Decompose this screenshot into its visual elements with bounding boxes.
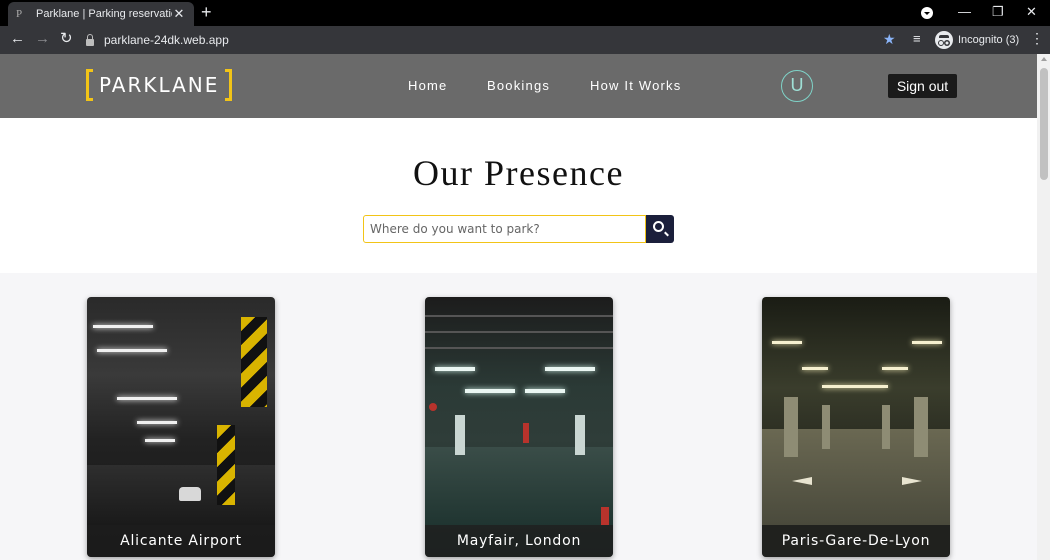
ceiling-light (465, 389, 515, 393)
location-name: Mayfair, London (425, 525, 613, 557)
reload-icon[interactable]: ↻ (60, 31, 73, 47)
tab-close-icon[interactable]: ✕ (172, 6, 186, 22)
browser-menu-icon[interactable]: ⋮ (1030, 30, 1044, 47)
column (822, 405, 830, 449)
logo-bracket-right (225, 69, 233, 101)
ceiling-light (822, 385, 888, 388)
search-bar: Where do you want to park? (363, 215, 674, 243)
red-marker (523, 423, 529, 443)
logo-text: PARKLANE (99, 73, 220, 97)
locations-grid: Alicante Airport Mayfair, London Paris-G… (0, 297, 1037, 560)
ceiling-light (97, 349, 167, 352)
column (914, 397, 928, 457)
lock-icon (86, 33, 94, 46)
column (882, 405, 890, 449)
incognito-indicator[interactable]: Incognito (3) (935, 31, 1019, 49)
ceiling-light (93, 325, 153, 328)
hazard-stripe (217, 425, 235, 505)
profile-menu-icon[interactable] (921, 7, 933, 19)
ceiling-light (912, 341, 942, 344)
hero-section: Our Presence Where do you want to park? (0, 118, 1037, 273)
tab-title: Parklane | Parking reservations (36, 8, 172, 20)
ceiling-light (117, 397, 177, 400)
floor-arrow (902, 477, 922, 485)
ceiling-light (772, 341, 802, 344)
pillar (455, 415, 465, 455)
column (784, 397, 798, 457)
back-icon[interactable]: ← (10, 31, 25, 47)
parklane-logo[interactable]: PARKLANE (86, 69, 233, 101)
no-entry-sign (429, 403, 437, 411)
location-card-alicante[interactable]: Alicante Airport (87, 297, 275, 557)
ceiling-beam (425, 331, 613, 333)
logo-bracket-left (86, 69, 93, 101)
address-bar[interactable]: parklane-24dk.web.app (86, 29, 906, 51)
nav-bookings[interactable]: Bookings (487, 78, 550, 93)
location-card-paris[interactable]: Paris-Gare-De-Lyon (762, 297, 950, 557)
page-scrollbar[interactable] (1037, 54, 1050, 560)
close-window-icon[interactable]: ✕ (1026, 4, 1037, 20)
user-avatar[interactable]: U (781, 70, 813, 102)
nav-how-it-works[interactable]: How It Works (590, 78, 681, 93)
scroll-up-icon[interactable] (1041, 57, 1047, 61)
browser-tab-strip: P Parklane | Parking reservations ✕ + — … (0, 0, 1050, 26)
search-button[interactable] (646, 215, 674, 243)
browser-toolbar: ← → ↻ parklane-24dk.web.app ★ ≡ Incognit… (0, 26, 1050, 54)
new-tab-icon[interactable]: + (201, 3, 212, 21)
minimize-icon[interactable]: — (958, 4, 971, 19)
ceiling-beam (425, 315, 613, 317)
incognito-label: Incognito (3) (958, 34, 1020, 46)
url-text: parklane-24dk.web.app (104, 33, 229, 47)
bookmark-star-icon[interactable]: ★ (883, 31, 896, 48)
search-icon (653, 221, 664, 232)
ceiling-light (882, 367, 908, 370)
ceiling-light (525, 389, 565, 393)
location-name: Paris-Gare-De-Lyon (762, 525, 950, 557)
page-title: Our Presence (413, 153, 624, 193)
card-image-floor (425, 447, 613, 525)
forward-icon[interactable]: → (35, 31, 50, 47)
floor-arrow (792, 477, 812, 485)
car-shape (179, 487, 201, 501)
incognito-icon (935, 31, 953, 49)
restore-icon[interactable]: ❐ (992, 4, 1004, 20)
ceiling-light (802, 367, 828, 370)
location-name: Alicante Airport (87, 525, 275, 557)
ceiling-beam (425, 347, 613, 349)
ceiling-light (435, 367, 475, 371)
browser-tab[interactable]: P Parklane | Parking reservations ✕ (8, 2, 194, 26)
page-viewport: PARKLANE Home Bookings How It Works U Si… (0, 54, 1050, 560)
sign-out-button[interactable]: Sign out (888, 74, 957, 98)
tab-favicon-icon: P (16, 8, 23, 20)
ceiling-light (545, 367, 595, 371)
ceiling-light (145, 439, 175, 442)
media-queue-icon[interactable]: ≡ (913, 31, 921, 46)
red-marker (601, 507, 609, 525)
location-card-mayfair[interactable]: Mayfair, London (425, 297, 613, 557)
search-input[interactable]: Where do you want to park? (363, 215, 646, 243)
ceiling-light (137, 421, 177, 424)
nav-home[interactable]: Home (408, 78, 447, 93)
site-header: PARKLANE Home Bookings How It Works U Si… (0, 54, 1037, 118)
scrollbar-thumb[interactable] (1040, 68, 1048, 180)
pillar (575, 415, 585, 455)
hazard-stripe (241, 317, 267, 407)
